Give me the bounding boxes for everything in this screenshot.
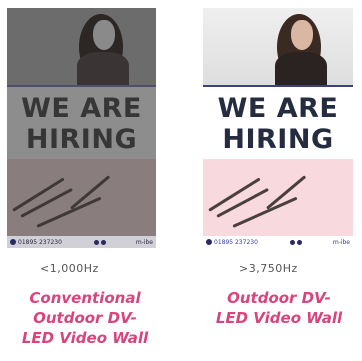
footer-phone: 01895 237230 bbox=[18, 238, 62, 246]
caption-line: Conventional bbox=[29, 289, 141, 307]
model-photo bbox=[7, 8, 156, 85]
hiring-headline: WE ARE HIRING bbox=[203, 85, 353, 161]
facebook-icon bbox=[290, 239, 296, 245]
hairdressing-tools-image bbox=[7, 159, 156, 236]
instagram-icon bbox=[100, 239, 106, 245]
footer-handle: m-ibe bbox=[135, 238, 153, 246]
caption-outdoor-dv-led: Outdoor DV- LED Video Wall bbox=[196, 288, 362, 328]
headline-line-2: HIRING bbox=[222, 124, 334, 155]
caption-line: Outdoor DV- bbox=[227, 289, 331, 307]
headline-line-1: WE ARE bbox=[21, 93, 142, 124]
hairdressing-tools-image bbox=[203, 159, 353, 236]
outdoor-dv-led-wall-preview: WE ARE HIRING 01895 237230 m-ibe bbox=[203, 8, 353, 248]
panel-footer: 01895 237230 m-ibe bbox=[203, 236, 353, 248]
refresh-rate-left: <1,000Hz bbox=[40, 262, 99, 275]
panel-footer: 01895 237230 m-ibe bbox=[7, 236, 156, 248]
facebook-icon bbox=[93, 239, 99, 245]
footer-handle: m-ibe bbox=[332, 238, 350, 246]
hiring-headline: WE ARE HIRING bbox=[7, 85, 156, 161]
model-photo bbox=[203, 8, 353, 85]
caption-line: LED Video Wall bbox=[215, 309, 343, 327]
caption-line: LED Video Wall bbox=[21, 329, 149, 347]
phone-icon bbox=[206, 239, 212, 245]
headline-line-1: WE ARE bbox=[217, 93, 339, 124]
caption-conventional: Conventional Outdoor DV- LED Video Wall bbox=[0, 288, 170, 348]
refresh-rate-right: >3,750Hz bbox=[239, 262, 298, 275]
headline-line-2: HIRING bbox=[25, 124, 138, 155]
footer-phone: 01895 237230 bbox=[214, 238, 258, 246]
caption-line: Outdoor DV- bbox=[33, 309, 137, 327]
phone-icon bbox=[10, 239, 16, 245]
instagram-icon bbox=[297, 239, 303, 245]
conventional-led-wall-preview: WE ARE HIRING 01895 237230 m-ibe bbox=[7, 8, 156, 248]
